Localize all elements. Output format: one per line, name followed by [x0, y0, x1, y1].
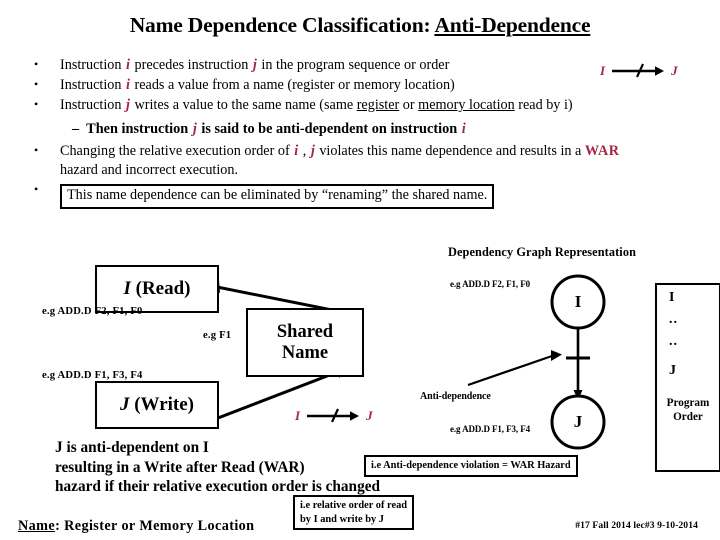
header-anti-dependence-arrow: I J	[600, 62, 678, 80]
program-order-caption-line1: Program	[666, 397, 710, 409]
text-fragment: precedes instruction	[130, 57, 252, 73]
bullet-text: Instruction i precedes instruction j in …	[60, 56, 630, 75]
relative-order-note-line2: by I and write by J	[300, 513, 385, 525]
bullet-marker: •	[34, 57, 39, 71]
text-fragment: memory location	[418, 96, 515, 113]
program-order-last: J	[669, 363, 676, 378]
slide-canvas: Name Dependence Classification: Anti-Dep…	[0, 0, 720, 540]
graph-node-j: J	[573, 412, 583, 431]
title-underlined-text: Anti-Dependence	[434, 13, 591, 37]
instruction-j-write-box: J (Write)	[95, 381, 219, 429]
example-shared-register: e.g F1	[203, 330, 232, 341]
text-fragment: Changing the relative execution order of	[60, 143, 294, 160]
text-fragment: in the program sequence or order	[257, 57, 450, 73]
text-fragment: writes a value to the same name (same	[130, 96, 357, 113]
bullet-text: Changing the relative execution order of…	[60, 142, 630, 180]
name-definition-text: : Register or Memory Location	[55, 518, 255, 534]
bullet-item: • Changing the relative execution order o…	[30, 142, 630, 180]
bullet-marker: •	[34, 181, 39, 196]
conclusion-line-3: hazard if their relative execution order…	[55, 478, 381, 496]
bullet-text: Instruction i reads a value from a name …	[60, 76, 630, 95]
shared-name-box: Shared Name	[246, 308, 364, 377]
program-order-dots-1: ..	[669, 312, 678, 327]
boxed-bullet-text: This name dependence can be eliminated b…	[60, 183, 495, 209]
anti-dependence-edge-label: Anti-dependence	[420, 391, 491, 402]
example-write-instruction: e.g ADD.D F1, F3, F4	[42, 370, 143, 381]
bullet-text: Instruction j writes a value to the same…	[60, 96, 630, 115]
conclusion-statement: J is anti-dependent on I resulting in a …	[55, 438, 380, 497]
graph-example-j: e.g ADD.D F1, F3, F4	[450, 424, 530, 434]
text-fragment: is said to be anti-dependent on instruct…	[197, 120, 461, 137]
war-hazard-note-box: i.e Anti-dependence violation = WAR Haza…	[364, 455, 578, 477]
text-fragment: Instruction	[60, 76, 126, 93]
example-read-instruction: e.g ADD.D F2, F1, F0	[42, 306, 143, 317]
diagram-arrow-source-label: I	[295, 408, 301, 423]
crossed-arrow-icon	[307, 408, 360, 423]
read-box-text: (Read)	[130, 278, 191, 300]
program-order-dots-2: ..	[669, 334, 678, 349]
page-title: Name Dependence Classification: Anti-Dep…	[0, 13, 720, 38]
text-fragment: Then instruction	[86, 120, 192, 137]
arrow-target-label: J	[671, 63, 678, 78]
conclusion-line-2: resulting in a Write after Read (WAR)	[55, 458, 305, 476]
program-order-first: I	[669, 290, 675, 305]
slide-footer: #17 Fall 2014 lec#3 9-10-2014	[575, 520, 698, 531]
shared-name-line1: Shared	[276, 321, 334, 342]
program-order-caption-line2: Order	[673, 410, 703, 423]
read-box-italic-label: I	[123, 278, 131, 300]
bullet-item: • Instruction i reads a value from a name…	[30, 76, 630, 95]
text-fragment: hazard and incorrect execution.	[60, 162, 239, 179]
dependency-graph-heading: Dependency Graph Representation	[448, 245, 637, 259]
relative-order-note-line1: i.e relative order of read	[300, 500, 408, 511]
name-definition-label: Name	[18, 518, 56, 534]
bullet-item: • This name dependence can be eliminated …	[30, 181, 630, 209]
text-fragment: ,	[299, 143, 310, 160]
program-order-caption: Program Order	[657, 397, 719, 424]
bullet-list: • Instruction i precedes instruction j in…	[30, 56, 630, 210]
text-fragment: reads a value from a name (register or m…	[130, 76, 455, 93]
text-fragment: WAR	[584, 143, 620, 160]
shared-name-line2: Name	[281, 342, 329, 363]
sub-bullet-dash: –	[72, 120, 80, 137]
text-fragment: Instruction	[60, 96, 126, 113]
text-fragment: This name dependence can be eliminated b…	[67, 186, 488, 203]
bullet-marker: •	[34, 143, 39, 158]
write-box-text: (Write)	[129, 394, 195, 416]
text-fragment: i	[461, 120, 466, 137]
arrow-source-label: I	[600, 63, 606, 78]
bullet-marker: •	[34, 76, 39, 91]
text-fragment: register	[356, 96, 400, 113]
text-fragment: violates this name dependence and result…	[315, 143, 585, 160]
program-order-box: I .. .. J Program Order	[655, 283, 720, 472]
bullet-item: • Instruction j writes a value to the sam…	[30, 96, 630, 115]
name-definition: Name: Register or Memory Location	[18, 518, 254, 535]
crossed-arrow-icon	[612, 63, 665, 78]
graph-example-i: e.g ADD.D F2, F1, F0	[450, 279, 530, 289]
text-fragment: or	[399, 96, 419, 113]
relative-order-note-box: i.e relative order of read by I and writ…	[293, 495, 415, 531]
bullet-marker: •	[34, 96, 39, 111]
sub-bullet-anti-dependent: – Then instruction j is said to be anti-d…	[30, 120, 630, 139]
text-fragment: Instruction	[60, 57, 126, 73]
title-main-text: Name Dependence Classification:	[129, 13, 431, 37]
bullet-item: • Instruction i precedes instruction j in…	[30, 56, 630, 75]
diagram-anti-dependence-arrow: I J	[295, 407, 373, 425]
graph-node-i: I	[574, 292, 582, 311]
bullet-text: This name dependence can be eliminated b…	[60, 181, 630, 209]
conclusion-line-1: J is anti-dependent on I	[55, 439, 209, 456]
text-fragment: read by i)	[514, 96, 573, 113]
diagram-arrow-target-label: J	[366, 408, 373, 423]
